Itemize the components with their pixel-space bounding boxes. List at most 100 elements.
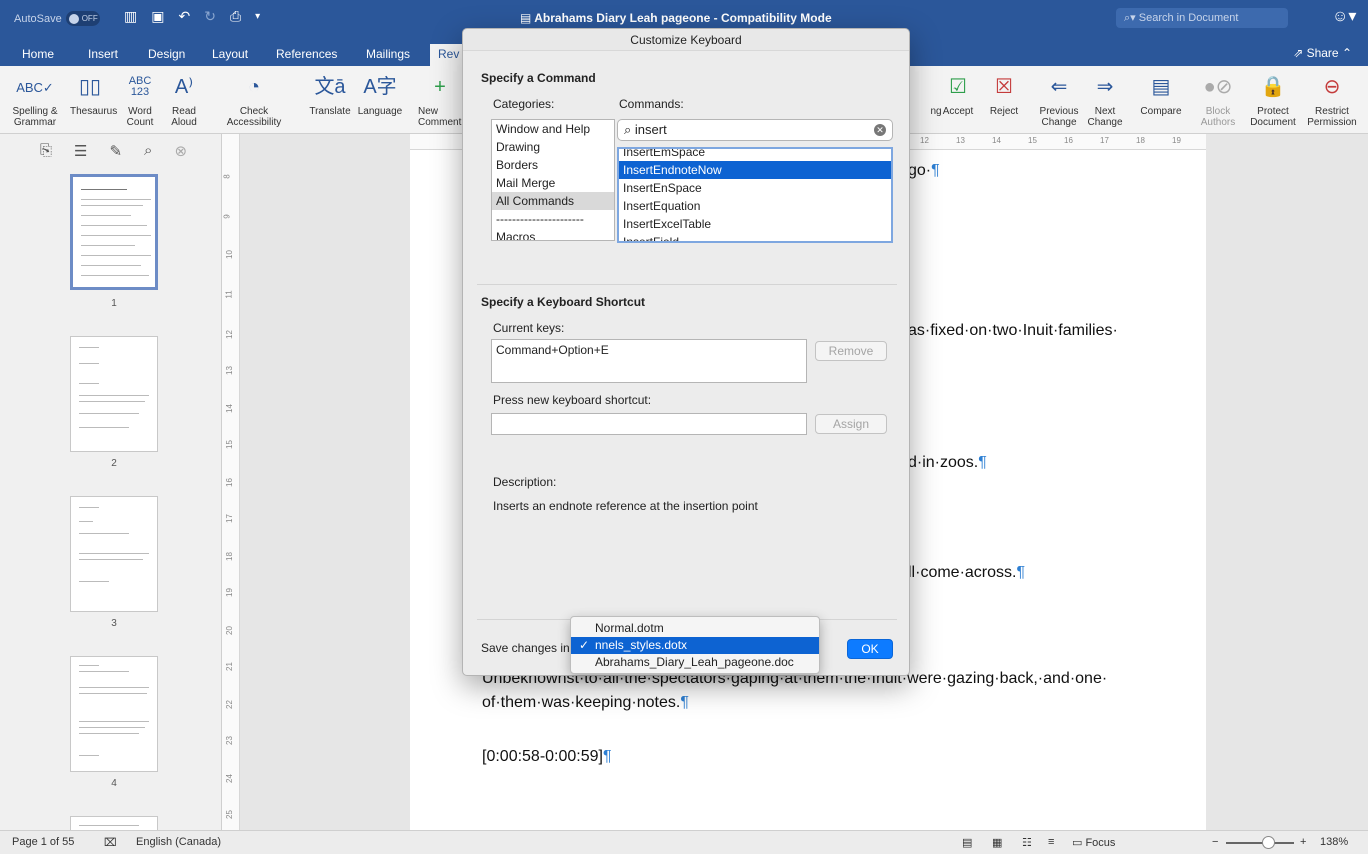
list-item[interactable]: Drawing bbox=[492, 138, 614, 156]
tab-layout[interactable]: Layout bbox=[212, 47, 248, 61]
print-icon[interactable]: ⎙ bbox=[230, 8, 241, 25]
document-text: of·them·was·keeping·notes.¶ bbox=[482, 694, 689, 712]
autosave-state: OFF bbox=[81, 14, 98, 23]
new-comment-button[interactable]: + New Comment bbox=[418, 70, 462, 129]
page-count[interactable]: Page 1 of 55 bbox=[12, 836, 74, 848]
language-button[interactable]: A字 Language bbox=[354, 70, 406, 118]
assign-button[interactable]: Assign bbox=[815, 414, 887, 434]
block-authors-button[interactable]: ●⊘ Block Authors bbox=[1198, 70, 1238, 129]
pilcrow-mark: ¶ bbox=[978, 454, 987, 471]
save-icon[interactable]: ▣ bbox=[151, 8, 164, 25]
thumbnails-icon[interactable]: ⎘ bbox=[40, 142, 52, 160]
language-status[interactable]: English (Canada) bbox=[136, 836, 221, 848]
accessibility-icon: ◔ bbox=[247, 75, 261, 98]
save-changes-in-menu[interactable]: Normal.dotm ✓ nnels_styles.dotx Abrahams_… bbox=[570, 616, 820, 674]
spelling-grammar-button[interactable]: ABC✓ Spelling & Grammar bbox=[10, 70, 60, 129]
protect-document-button[interactable]: 🔒 Protect Document bbox=[1246, 70, 1300, 129]
list-item[interactable]: Macros bbox=[492, 228, 614, 240]
next-change-icon: ⇒ bbox=[1096, 75, 1114, 98]
compare-button[interactable]: ▤ Compare bbox=[1136, 70, 1186, 118]
autosave[interactable]: AutoSave OFF bbox=[14, 11, 100, 26]
list-item[interactable]: Borders bbox=[492, 156, 614, 174]
tab-insert[interactable]: Insert bbox=[88, 47, 118, 61]
list-item[interactable]: InsertEnSpace bbox=[619, 179, 891, 197]
vertical-ruler[interactable]: 8 9 10 11 12 13 14 15 16 17 18 19 20 21 … bbox=[222, 134, 240, 830]
autosave-toggle[interactable]: OFF bbox=[65, 11, 100, 26]
menu-item[interactable]: Normal.dotm bbox=[571, 620, 819, 637]
tab-design[interactable]: Design bbox=[148, 47, 185, 61]
previous-change-button[interactable]: ⇐ Previous Change bbox=[1034, 70, 1084, 129]
web-layout-icon[interactable]: ▦ bbox=[992, 836, 1002, 849]
next-change-label: Next Change bbox=[1087, 106, 1123, 128]
list-item[interactable]: Window and Help bbox=[492, 120, 614, 138]
menu-item-label: Abrahams_Diary_Leah_pageone.doc bbox=[595, 655, 794, 669]
thesaurus-button[interactable]: ▯▯ Thesaurus bbox=[70, 70, 118, 118]
list-item-selected[interactable]: InsertEndnoteNow bbox=[619, 161, 891, 179]
ruler-number: 13 bbox=[956, 136, 965, 145]
focus-label: Focus bbox=[1085, 837, 1116, 849]
word-count-icon: ABC 123 bbox=[128, 75, 152, 98]
next-change-button[interactable]: ⇒ Next Change bbox=[1082, 70, 1128, 129]
word-count-button[interactable]: ABC 123 Word Count bbox=[120, 70, 160, 129]
remove-button[interactable]: Remove bbox=[815, 341, 887, 361]
ruler-number: 23 bbox=[224, 736, 234, 745]
print-layout-icon[interactable]: ▤ bbox=[962, 836, 972, 849]
outline-view-icon[interactable]: ☷ bbox=[1022, 836, 1032, 849]
list-item[interactable]: Command+Option+E bbox=[496, 343, 802, 357]
page-thumbnail[interactable] bbox=[70, 336, 158, 452]
thesaurus-label: Thesaurus bbox=[70, 106, 118, 117]
zoom-slider[interactable] bbox=[1226, 842, 1294, 844]
find-icon[interactable]: ⌕ bbox=[144, 142, 152, 160]
tab-home[interactable]: Home bbox=[22, 47, 54, 61]
list-item[interactable]: InsertExcelTable bbox=[619, 215, 891, 233]
new-shortcut-input[interactable] bbox=[491, 413, 807, 435]
autosave-label: AutoSave bbox=[14, 12, 62, 25]
current-keys-list[interactable]: Command+Option+E bbox=[491, 339, 807, 383]
accept-button[interactable]: ☑ Accept bbox=[940, 70, 976, 118]
share-button[interactable]: ⇗ Share ⌃ bbox=[1293, 46, 1352, 60]
menu-item-selected[interactable]: ✓ nnels_styles.dotx bbox=[571, 637, 819, 654]
zoom-slider-knob[interactable] bbox=[1262, 836, 1275, 849]
customize-qat-icon[interactable]: ▾ bbox=[255, 8, 260, 25]
word-count-label: Word Count bbox=[126, 106, 154, 128]
menu-item[interactable]: Abrahams_Diary_Leah_pageone.doc bbox=[571, 654, 819, 671]
zoom-out-icon[interactable]: − bbox=[1212, 836, 1218, 848]
page-thumbnail[interactable] bbox=[70, 816, 158, 830]
read-aloud-button[interactable]: A⁾ Read Aloud bbox=[166, 70, 202, 129]
tab-mailings[interactable]: Mailings bbox=[366, 47, 410, 61]
page-thumbnail[interactable] bbox=[70, 656, 158, 772]
undo-icon[interactable]: ↶ bbox=[178, 8, 190, 25]
list-item[interactable]: Mail Merge bbox=[492, 174, 614, 192]
close-icon[interactable]: ⊗ bbox=[174, 142, 187, 160]
ok-button[interactable]: OK bbox=[847, 639, 893, 659]
proofing-icon[interactable]: ⌧ bbox=[104, 836, 117, 849]
redo-icon[interactable]: ↻ bbox=[204, 8, 216, 25]
ruler-number: 24 bbox=[224, 774, 234, 783]
restrict-permission-button[interactable]: ⊖ Restrict Permission bbox=[1304, 70, 1360, 129]
reject-button[interactable]: ☒ Reject bbox=[984, 70, 1024, 118]
page-thumbnail[interactable] bbox=[70, 174, 158, 290]
draft-view-icon[interactable]: ≡ bbox=[1048, 836, 1054, 848]
list-item[interactable]: InsertField bbox=[619, 233, 891, 241]
clear-search-icon[interactable]: ✕ bbox=[874, 124, 886, 136]
compare-label: Compare bbox=[1140, 106, 1182, 117]
zoom-in-icon[interactable]: + bbox=[1300, 836, 1306, 848]
previous-change-icon: ⇐ bbox=[1050, 75, 1068, 98]
focus-button[interactable]: ▭ Focus bbox=[1072, 836, 1115, 849]
edit-icon[interactable]: ✎ bbox=[109, 142, 122, 160]
list-item-selected[interactable]: All Commands bbox=[492, 192, 614, 210]
search-document-input[interactable]: ⌕▾ Search in Document bbox=[1116, 8, 1288, 28]
list-item[interactable]: InsertEquation bbox=[619, 197, 891, 215]
list-item[interactable]: InsertEmSpace bbox=[619, 149, 891, 161]
categories-list[interactable]: Window and Help Drawing Borders Mail Mer… bbox=[491, 119, 615, 241]
page-thumbnail[interactable] bbox=[70, 496, 158, 612]
check-accessibility-button[interactable]: ◔ Check Accessibility bbox=[214, 70, 294, 129]
zoom-level[interactable]: 138% bbox=[1320, 836, 1348, 848]
sidebar-toggle-icon[interactable]: ▥ bbox=[124, 8, 137, 25]
commands-search-input[interactable]: ⌕ insert ✕ bbox=[617, 119, 893, 141]
translate-button[interactable]: 文ā Translate bbox=[302, 70, 358, 118]
commands-list[interactable]: InsertEmSpace InsertEndnoteNow InsertEnS… bbox=[617, 147, 893, 243]
feedback-smiley-icon[interactable]: ☺▾ bbox=[1332, 6, 1356, 26]
outline-icon[interactable]: ☰ bbox=[74, 142, 87, 160]
tab-references[interactable]: References bbox=[276, 47, 337, 61]
